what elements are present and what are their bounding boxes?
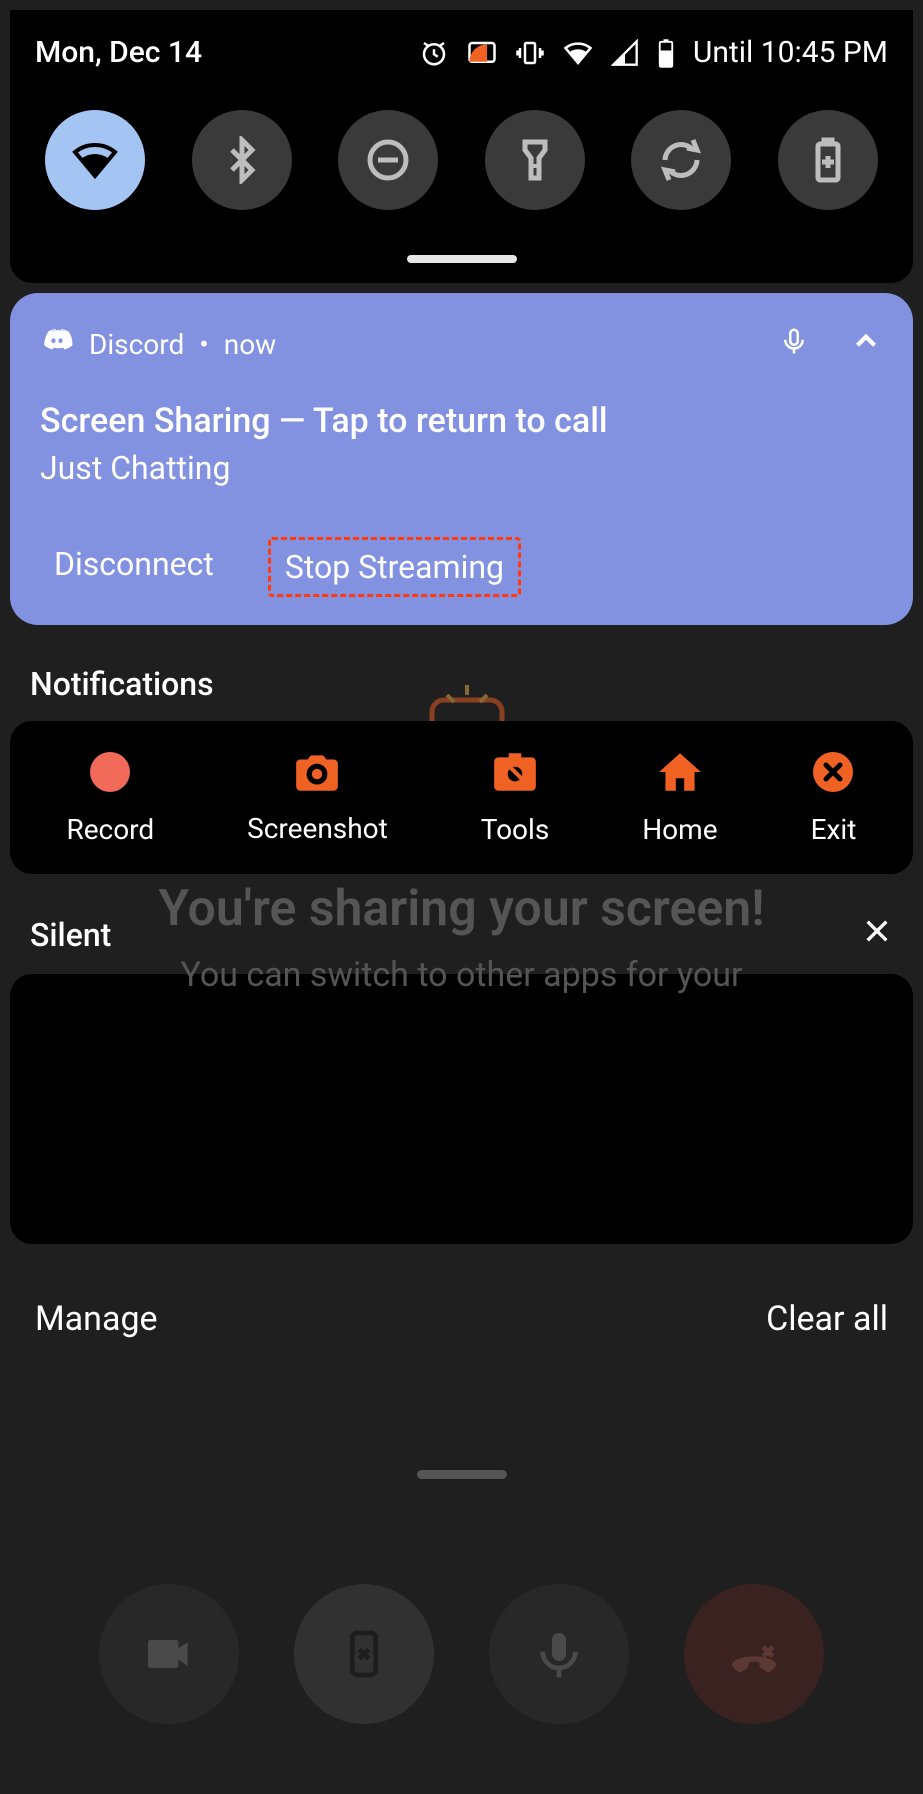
battery-icon — [657, 38, 675, 68]
discord-time: now — [224, 328, 276, 361]
qs-bluetooth-tile[interactable] — [192, 110, 292, 210]
call-controls — [0, 1584, 923, 1724]
home-button[interactable]: Home — [642, 749, 717, 846]
screenshot-label: Screenshot — [247, 812, 388, 845]
bullet: • — [199, 328, 208, 361]
shade-footer: Manage Clear all — [35, 1299, 888, 1339]
discord-icon — [40, 327, 74, 362]
qs-rotate-tile[interactable] — [631, 110, 731, 210]
qs-battery-saver-tile[interactable] — [778, 110, 878, 210]
notifications-section-label: Notifications — [30, 665, 893, 703]
qs-tiles — [35, 110, 888, 210]
discord-app-name: Discord — [89, 328, 184, 361]
manage-button[interactable]: Manage — [35, 1299, 158, 1339]
silent-label-text: Silent — [30, 916, 111, 954]
stop-share-button[interactable] — [294, 1584, 434, 1724]
qs-wifi-tile[interactable] — [45, 110, 145, 210]
stop-streaming-button[interactable]: Stop Streaming — [268, 537, 521, 597]
silent-notification-card[interactable] — [10, 974, 913, 1244]
notifications-label-text: Notifications — [30, 665, 214, 703]
collapse-icon[interactable] — [849, 324, 883, 365]
signal-icon — [611, 39, 639, 67]
record-icon — [87, 749, 133, 795]
camera-icon — [292, 750, 342, 794]
status-bar: Mon, Dec 14 — [35, 35, 888, 70]
toolbox-icon — [490, 749, 540, 795]
notification-shade: Mon, Dec 14 — [0, 0, 923, 1794]
screenshot-button[interactable]: Screenshot — [247, 750, 388, 845]
discord-notification[interactable]: Discord • now Screen Sharing — Tap to re… — [10, 293, 913, 625]
status-until-text: Until 10:45 PM — [693, 35, 888, 70]
wifi-status-icon — [563, 38, 593, 68]
vibrate-icon — [515, 38, 545, 68]
clear-all-button[interactable]: Clear all — [766, 1299, 888, 1339]
mic-toggle-button[interactable] — [489, 1584, 629, 1724]
exit-button[interactable]: Exit — [810, 749, 856, 846]
status-icons: Until 10:45 PM — [419, 35, 888, 70]
discord-subtitle: Just Chatting — [40, 449, 883, 487]
hangup-button[interactable] — [684, 1584, 824, 1724]
tools-label: Tools — [481, 813, 550, 846]
close-icon[interactable] — [861, 914, 893, 956]
silent-section-label: Silent — [30, 914, 893, 956]
record-label: Record — [66, 813, 154, 846]
cast-icon — [467, 38, 497, 68]
tools-button[interactable]: Tools — [481, 749, 550, 846]
status-date: Mon, Dec 14 — [35, 35, 202, 70]
mic-icon[interactable] — [779, 323, 809, 366]
alarm-icon — [419, 38, 449, 68]
exit-icon — [810, 749, 856, 795]
call-panel-handle[interactable] — [417, 1470, 507, 1479]
home-icon — [655, 749, 705, 795]
record-button[interactable]: Record — [66, 749, 154, 846]
quick-settings-panel: Mon, Dec 14 — [10, 10, 913, 283]
home-label: Home — [642, 813, 717, 846]
qs-flashlight-tile[interactable] — [485, 110, 585, 210]
recorder-toolbar-notification[interactable]: Record Screenshot Tools Home Exit — [10, 721, 913, 874]
camera-toggle-button[interactable] — [99, 1584, 239, 1724]
qs-expand-handle[interactable] — [407, 255, 517, 263]
qs-dnd-tile[interactable] — [338, 110, 438, 210]
discord-title: Screen Sharing — Tap to return to call — [40, 401, 883, 441]
exit-label: Exit — [811, 813, 857, 846]
disconnect-button[interactable]: Disconnect — [40, 537, 228, 597]
